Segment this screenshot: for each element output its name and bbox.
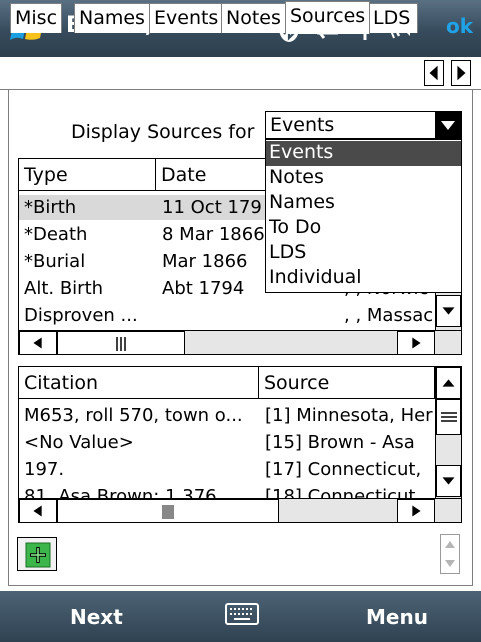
tab-notes[interactable]: Notes <box>221 3 286 33</box>
grip-icon <box>441 412 457 422</box>
scroll-left-arrow-icon[interactable] <box>19 331 57 355</box>
tab-sources[interactable]: Sources <box>285 1 371 34</box>
event-date: 11 Oct 179 <box>162 197 262 218</box>
tab-events[interactable]: Events <box>149 3 224 33</box>
column-header-type[interactable]: Type <box>19 159 156 191</box>
panel-scroll-spinner[interactable] <box>440 534 460 574</box>
scroll-left-arrow-icon[interactable] <box>19 499 57 523</box>
tab-right-arrow-icon[interactable] <box>451 60 471 86</box>
citation-text: M653, roll 570, town o... <box>24 405 243 426</box>
dropdown-option-individual[interactable]: Individual <box>266 266 461 291</box>
scroll-right-arrow-icon[interactable] <box>397 499 435 523</box>
event-date: 8 Mar 1866 <box>162 224 265 245</box>
add-citation-button[interactable] <box>17 537 57 571</box>
next-softkey[interactable]: Next <box>70 605 123 629</box>
ok-button[interactable]: ok <box>446 14 473 38</box>
dropdown-option-notes[interactable]: Notes <box>266 166 461 191</box>
events-vertical-scrollbar[interactable] <box>435 293 461 330</box>
event-date: Abt 1794 <box>162 278 245 299</box>
scroll-down-arrow-icon[interactable] <box>436 295 461 327</box>
event-place: , , Massac <box>344 305 434 326</box>
combo-selected-value: Events <box>270 114 335 136</box>
dropdown-option-events[interactable]: Events <box>266 141 461 166</box>
column-header-source[interactable]: Source <box>259 367 435 399</box>
source-text: [1] Minnesota, Her <box>265 405 433 426</box>
tab-strip <box>0 57 481 90</box>
grip-icon <box>162 505 174 519</box>
scroll-up-arrow-icon[interactable] <box>441 535 459 554</box>
scroll-down-arrow-icon[interactable] <box>441 554 459 573</box>
citations-vertical-scrollbar[interactable] <box>435 367 461 498</box>
scroll-thumb[interactable] <box>57 331 185 354</box>
column-header-date[interactable]: Date <box>156 159 276 191</box>
scroll-up-arrow-icon[interactable] <box>436 367 461 399</box>
tab-lds[interactable]: LDS <box>368 3 418 33</box>
softkey-bar: Next Menu <box>0 591 481 642</box>
event-type: *Burial <box>24 251 86 272</box>
scroll-thumb[interactable] <box>436 399 461 435</box>
event-type: Disproven ... <box>24 305 138 326</box>
citations-grid[interactable]: Citation Source M653, roll 570, town o..… <box>18 366 462 523</box>
citations-horizontal-scrollbar[interactable] <box>19 498 461 522</box>
scroll-thumb[interactable] <box>57 499 279 522</box>
keyboard-icon[interactable] <box>225 603 259 625</box>
event-type: *Death <box>24 224 88 245</box>
menu-softkey[interactable]: Menu <box>366 605 428 629</box>
dropdown-option-names[interactable]: Names <box>266 191 461 216</box>
chevron-down-icon[interactable] <box>435 112 461 138</box>
tab-left-arrow-icon[interactable] <box>424 60 444 86</box>
plus-icon <box>25 542 51 568</box>
event-type: Alt. Birth <box>24 278 104 299</box>
scroll-right-arrow-icon[interactable] <box>397 331 435 355</box>
tab-names[interactable]: Names <box>74 3 150 33</box>
citation-text: <No Value> <box>24 432 134 453</box>
citation-text: 197. <box>24 459 65 480</box>
dropdown-option-to-do[interactable]: To Do <box>266 216 461 241</box>
scroll-down-arrow-icon[interactable] <box>436 465 461 497</box>
source-text: [15] Brown - Asa <box>265 432 415 453</box>
display-sources-combo[interactable]: Events <box>265 111 462 139</box>
display-sources-dropdown-list[interactable]: Events Notes Names To Do LDS Individual <box>265 139 462 293</box>
events-horizontal-scrollbar[interactable] <box>19 330 461 354</box>
source-text: [17] Connecticut, <box>265 459 422 480</box>
event-type: *Birth <box>24 197 77 218</box>
display-sources-label: Display Sources for <box>71 121 255 143</box>
event-date: Mar 1866 <box>162 251 248 272</box>
grip-icon <box>116 337 126 351</box>
dropdown-option-lds[interactable]: LDS <box>266 241 461 266</box>
tab-misc[interactable]: Misc <box>10 3 63 33</box>
column-header-citation[interactable]: Citation <box>19 367 259 399</box>
